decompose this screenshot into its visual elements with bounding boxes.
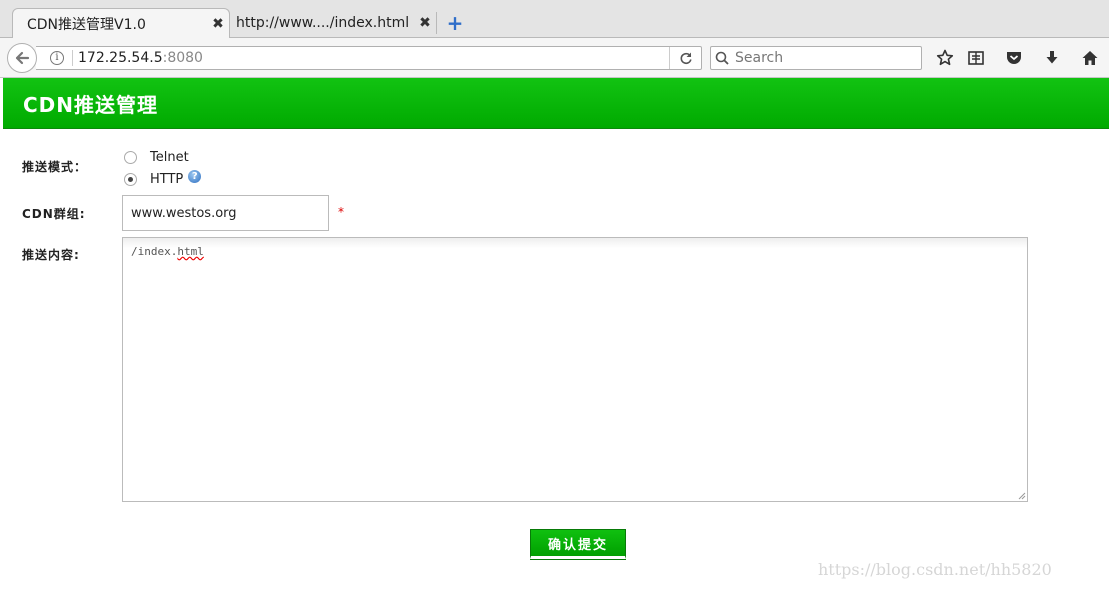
radio-http[interactable] [124, 173, 137, 186]
submit-button[interactable]: 确认提交 [530, 529, 626, 559]
navigation-toolbar: i 172.25.54.5:8080 [0, 38, 1109, 78]
page-title: CDN推送管理 [23, 93, 159, 117]
required-mark: * [338, 205, 344, 219]
radio-telnet[interactable] [124, 151, 137, 164]
url-port: :8080 [162, 50, 203, 66]
reload-button[interactable] [669, 47, 701, 69]
home-icon [1082, 51, 1098, 65]
url-divider [72, 50, 73, 66]
pocket-button[interactable] [1004, 48, 1024, 68]
reading-list-icon [968, 51, 984, 65]
page-header: CDN推送管理 [3, 78, 1109, 129]
tab-index-html[interactable]: http://www..../index.html ✖ [232, 8, 436, 38]
download-icon [1046, 51, 1058, 64]
content-label: 推送内容: [22, 248, 80, 262]
content-textarea[interactable] [122, 237, 1028, 502]
resize-grip-icon[interactable] [1016, 490, 1026, 500]
reading-list-button[interactable] [966, 48, 986, 68]
tab-separator [436, 12, 437, 34]
back-arrow-icon [15, 51, 30, 65]
new-tab-icon[interactable]: + [446, 13, 464, 33]
radio-telnet-row[interactable]: Telnet [124, 150, 189, 165]
tab-label: http://www..../index.html [236, 15, 410, 31]
mode-label: 推送模式： [22, 160, 88, 174]
url-host: 172.25.54.5 [78, 50, 163, 66]
back-button[interactable] [7, 43, 37, 73]
search-icon [715, 51, 729, 65]
help-icon[interactable]: ? [188, 170, 202, 183]
search-bar[interactable] [710, 46, 922, 70]
url-text[interactable]: 172.25.54.5:8080 [78, 50, 669, 66]
info-icon[interactable]: i [50, 51, 64, 65]
bookmark-star-button[interactable] [935, 48, 955, 68]
tab-strip: CDN推送管理V1.0 ✖ http://www..../index.html … [0, 0, 1109, 38]
tab-label: CDN推送管理V1.0 [27, 16, 146, 33]
radio-http-label: HTTP [150, 172, 184, 187]
radio-telnet-label: Telnet [150, 150, 189, 165]
bookmark-star-icon [936, 49, 954, 66]
radio-http-row[interactable]: HTTP ? [124, 170, 202, 187]
tab-cdn-manager[interactable]: CDN推送管理V1.0 ✖ [12, 8, 230, 38]
url-bar[interactable]: i 172.25.54.5:8080 [36, 46, 702, 70]
cdn-group-input[interactable] [122, 195, 329, 231]
watermark: https://blog.csdn.net/hh5820 [818, 560, 1052, 579]
pocket-icon [1007, 52, 1021, 64]
home-button[interactable] [1080, 48, 1100, 68]
reload-icon [680, 52, 692, 64]
close-tab-icon[interactable]: ✖ [207, 16, 229, 32]
download-button[interactable] [1042, 48, 1062, 68]
close-tab-icon[interactable]: ✖ [414, 15, 436, 31]
group-label: CDN群组: [22, 207, 86, 221]
search-input[interactable] [735, 50, 905, 66]
